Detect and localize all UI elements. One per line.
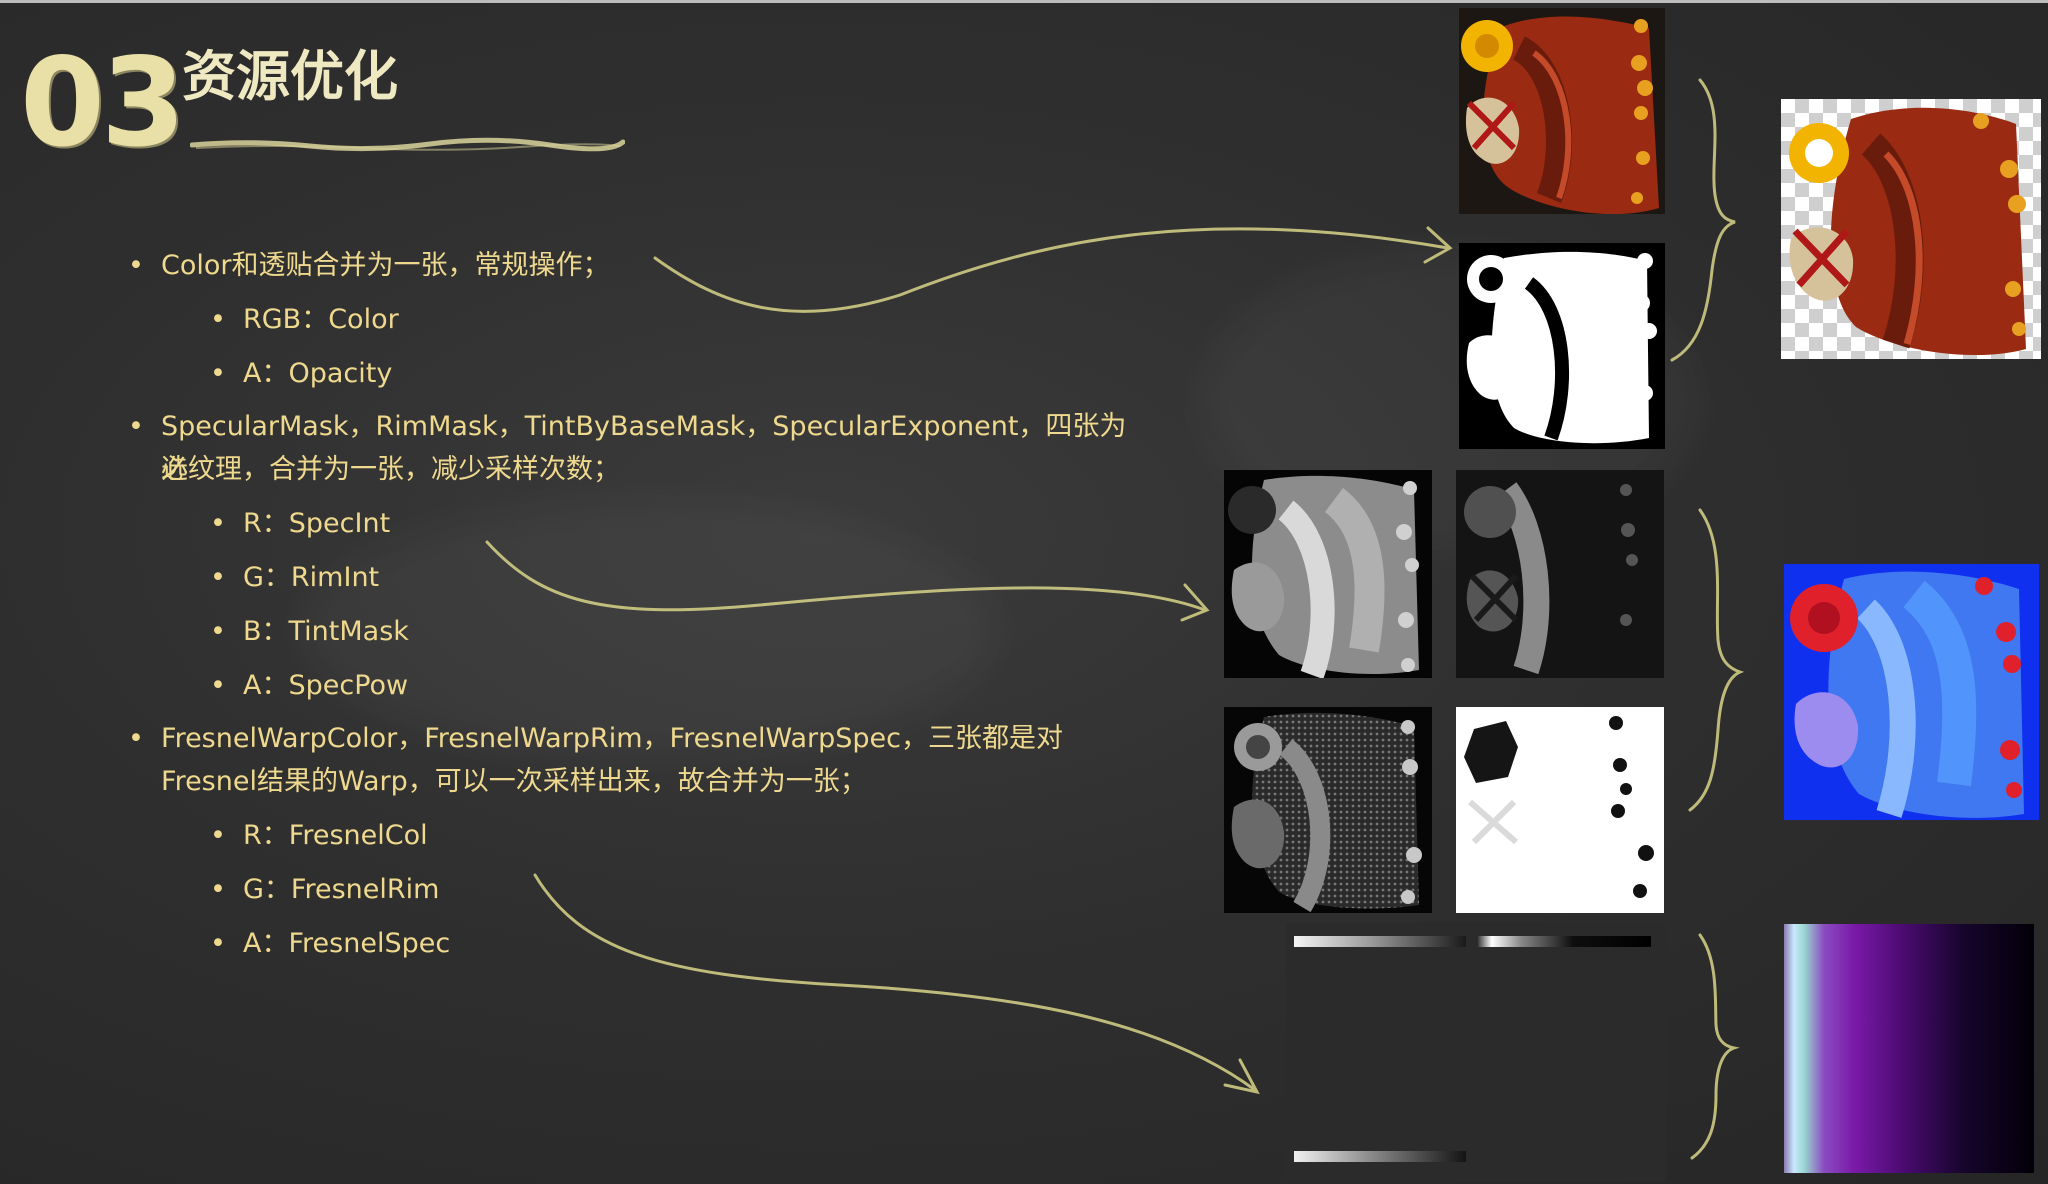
bullet-item-continuation: Fresnel结果的Warp，可以一次采样出来，故合并为一张； — [161, 766, 867, 797]
chalk-brace — [1690, 933, 1740, 1160]
sub-bullet-item: • RGB：Color — [210, 304, 399, 335]
rim-mask-texture — [1456, 470, 1664, 678]
color-texture — [1459, 8, 1665, 214]
chalk-arrow-head — [1180, 583, 1210, 622]
bullet-item: • FresnelWarpColor，FresnelWarpRim，Fresnel… — [128, 723, 1063, 754]
sub-bullet-item: • A：SpecPow — [210, 670, 409, 701]
title-underline — [190, 137, 625, 152]
combined-color-opacity-texture — [1781, 99, 2041, 359]
tint-mask-texture — [1456, 707, 1664, 913]
sub-bullet-item: • R：FresnelCol — [210, 820, 428, 851]
bullet-item-continuation: 选纹理，合并为一张，减少采样次数； — [161, 454, 620, 485]
chalk-brace — [1670, 78, 1736, 362]
bullet-item: • Color和透贴合并为一张，常规操作； — [128, 250, 610, 281]
fresnel-warp-rim-ramp — [1478, 936, 1651, 947]
chalk-arrow-head — [1223, 1058, 1260, 1095]
fresnel-warp-color-ramp — [1294, 936, 1466, 947]
combined-fresnel-warp-texture — [1784, 924, 2034, 1173]
specular-mask-texture — [1224, 470, 1432, 678]
combined-mask-texture — [1784, 564, 2039, 820]
sub-bullet-item: • A：FresnelSpec — [210, 928, 451, 959]
chalk-arrow — [533, 873, 1257, 1092]
fresnel-warp-spec-ramp — [1294, 1151, 1466, 1162]
sub-bullet-item: • B：TintMask — [210, 616, 409, 647]
fresnel-ramp-panel — [1286, 922, 1666, 1182]
opacity-mask-texture — [1459, 243, 1665, 449]
sub-bullet-item: • G：FresnelRim — [210, 874, 440, 905]
slide-number: 03 — [20, 32, 186, 174]
sub-bullet-item: • A：Opacity — [210, 358, 393, 389]
slide-title: 资源优化 — [182, 45, 398, 108]
top-border — [0, 0, 2048, 3]
spec-exponent-texture — [1224, 707, 1432, 913]
sub-bullet-item: • R：SpecInt — [210, 508, 391, 539]
sub-bullet-item: • G：RimInt — [210, 562, 380, 593]
chalk-brace — [1688, 508, 1745, 812]
